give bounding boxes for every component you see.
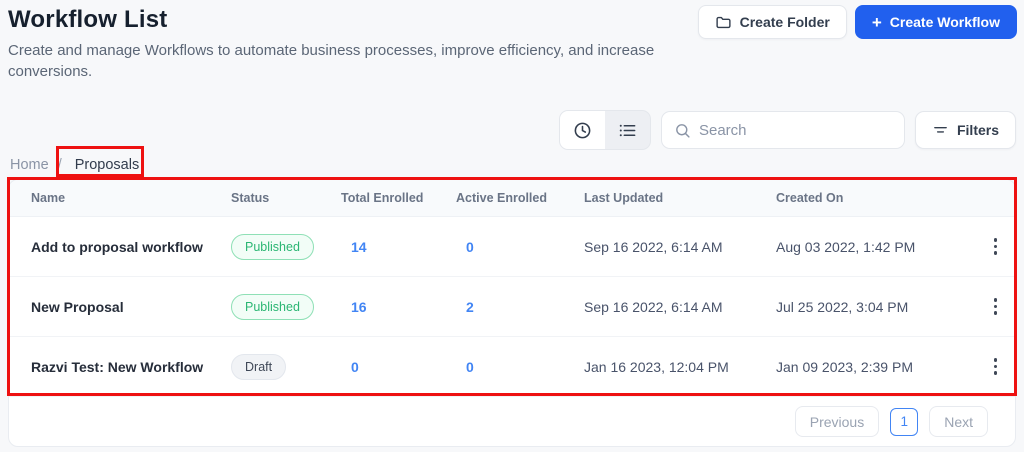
column-header-name: Name (31, 191, 66, 205)
create-folder-button[interactable]: Create Folder (697, 5, 847, 39)
page-subtitle: Create and manage Workflows to automate … (8, 42, 655, 81)
view-toggle (558, 110, 651, 150)
folder-icon (715, 14, 732, 31)
search-box (660, 111, 905, 149)
active-enrolled-link[interactable]: 0 (456, 359, 584, 375)
workflow-table-card: Name Status Total Enrolled Active Enroll… (8, 179, 1016, 447)
active-enrolled-link[interactable]: 0 (456, 239, 584, 255)
breadcrumb-home[interactable]: Home (10, 157, 49, 173)
page-number-button[interactable]: 1 (890, 407, 919, 436)
created-on: Jul 25 2022, 3:04 PM (776, 298, 909, 315)
status-badge: Published (231, 293, 314, 320)
column-header-active-enrolled: Active Enrolled (456, 191, 547, 205)
created-on: Aug 03 2022, 1:42 PM (776, 238, 916, 255)
last-updated: Sep 16 2022, 6:14 AM (584, 298, 723, 315)
breadcrumb-separator: / (57, 157, 62, 173)
page-title: Workflow List (8, 6, 168, 33)
total-enrolled-link[interactable]: 14 (341, 239, 456, 255)
last-updated: Jan 16 2023, 12:04 PM (584, 358, 729, 375)
previous-page-button[interactable]: Previous (794, 406, 880, 437)
total-enrolled-link[interactable]: 16 (341, 299, 456, 315)
next-page-button[interactable]: Next (929, 406, 988, 437)
toolbar: Filters (558, 110, 1016, 150)
filters-button[interactable]: Filters (914, 111, 1016, 149)
breadcrumb: Home / Proposals (10, 157, 143, 173)
workflow-list-page: Workflow List Create and manage Workflow… (0, 0, 1024, 452)
plus-icon: + (871, 12, 882, 32)
create-folder-label: Create Folder (739, 14, 830, 30)
status-badge: Published (231, 233, 314, 260)
workflow-name: New Proposal (31, 298, 124, 315)
filter-lines-icon (932, 122, 949, 139)
total-enrolled-link[interactable]: 0 (341, 359, 456, 375)
table-row[interactable]: New Proposal Published 16 2 Sep 16 2022,… (9, 277, 1015, 337)
filters-label: Filters (956, 122, 999, 138)
search-icon (674, 122, 691, 139)
row-menu-kebab-icon[interactable] (983, 354, 1009, 380)
active-enrolled-link[interactable]: 2 (456, 299, 584, 315)
created-on: Jan 09 2023, 2:39 PM (776, 358, 913, 375)
search-input[interactable] (698, 121, 892, 139)
workflow-name: Add to proposal workflow (31, 238, 203, 255)
status-badge: Draft (231, 353, 287, 380)
column-header-last-updated: Last Updated (584, 191, 664, 205)
pagination: Previous 1 Next (794, 406, 988, 437)
table-row[interactable]: Razvi Test: New Workflow Draft 0 0 Jan 1… (9, 337, 1015, 397)
column-header-created-on: Created On (776, 191, 844, 205)
create-workflow-button[interactable]: + Create Workflow (854, 5, 1017, 39)
row-menu-kebab-icon[interactable] (983, 294, 1009, 320)
workflow-name: Razvi Test: New Workflow (31, 358, 204, 375)
header-actions: Create Folder + Create Workflow (697, 5, 1017, 39)
history-view-button[interactable] (559, 111, 605, 149)
last-updated: Sep 16 2022, 6:14 AM (584, 238, 723, 255)
clock-icon (573, 121, 592, 140)
breadcrumb-proposals[interactable]: Proposals (71, 157, 143, 173)
table-row[interactable]: Add to proposal workflow Published 14 0 … (9, 217, 1015, 277)
row-menu-kebab-icon[interactable] (983, 234, 1009, 260)
table-header: Name Status Total Enrolled Active Enroll… (9, 180, 1015, 217)
create-workflow-label: Create Workflow (889, 14, 1000, 30)
column-header-status: Status (231, 191, 270, 205)
list-icon (618, 121, 637, 140)
column-header-total-enrolled: Total Enrolled (341, 191, 424, 205)
list-view-button[interactable] (605, 111, 650, 149)
